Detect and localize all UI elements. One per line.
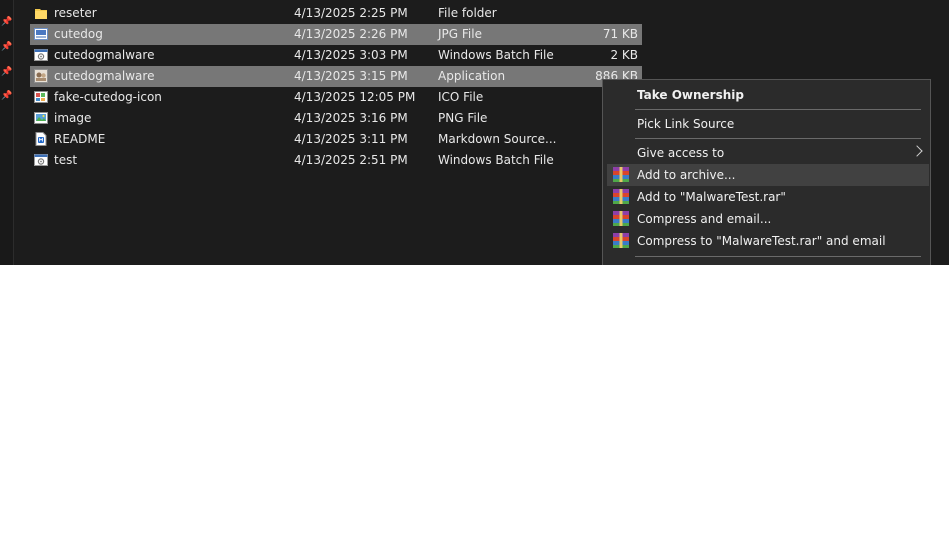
pin-icon[interactable]: 📌	[1, 17, 12, 28]
menu-item-label: Add to "MalwareTest.rar"	[637, 190, 786, 204]
png-file-icon	[34, 112, 48, 124]
menu-item-label: Compress to "MalwareTest.rar" and email	[637, 234, 886, 248]
file-type: JPG File	[438, 27, 482, 41]
chevron-right-icon	[911, 145, 923, 157]
menu-item-label: Give access to	[637, 146, 725, 160]
image-file-icon	[34, 28, 48, 40]
menu-item-label: Compress and email...	[637, 212, 772, 226]
file-type: Application	[438, 69, 506, 83]
menu-item-take-ownership[interactable]: Take Ownership	[607, 84, 929, 106]
file-name: cutedogmalware	[54, 48, 155, 62]
file-date: 4/13/2025 3:03 PM	[294, 48, 408, 62]
file-name: README	[54, 132, 106, 146]
file-date: 4/13/2025 12:05 PM	[294, 90, 416, 104]
file-type: ICO File	[438, 90, 484, 104]
menu-item-label: Take Ownership	[637, 88, 744, 102]
file-name: test	[54, 153, 78, 167]
menu-separator	[635, 109, 921, 110]
file-date: 4/13/2025 3:16 PM	[294, 111, 408, 125]
file-explorer-window: 📌 📌 📌 📌 reseter 4/13/2025 2:25 PM File f…	[0, 0, 949, 265]
navigation-pane: 📌 📌 📌 📌	[0, 0, 14, 265]
file-row[interactable]: reseter 4/13/2025 2:25 PM File folder	[30, 3, 642, 24]
file-date: 4/13/2025 2:25 PM	[294, 6, 408, 20]
folder-icon	[35, 9, 47, 19]
file-name: cutedog	[54, 27, 103, 41]
menu-item-add-to-archive[interactable]: Add to archive...	[607, 164, 929, 186]
menu-item-give-access-to[interactable]: Give access to	[607, 142, 929, 164]
file-row[interactable]: fake-cutedog-icon 4/13/2025 12:05 PM ICO…	[30, 87, 644, 108]
file-type: Markdown Source...	[438, 132, 557, 146]
file-row[interactable]: image 4/13/2025 3:16 PM PNG File 3	[30, 108, 644, 129]
pin-icon[interactable]: 📌	[1, 67, 12, 78]
file-name: fake-cutedog-icon	[54, 90, 162, 104]
file-date: 4/13/2025 3:15 PM	[294, 69, 408, 83]
menu-separator	[635, 256, 921, 257]
menu-separator	[635, 138, 921, 139]
file-name: reseter	[54, 6, 97, 20]
winrar-icon	[613, 233, 629, 248]
batch-file-icon	[34, 154, 48, 166]
context-menu: Take Ownership Pick Link Source Give acc…	[602, 79, 931, 265]
file-date: 4/13/2025 3:11 PM	[294, 132, 408, 146]
file-type: PNG File	[438, 111, 488, 125]
file-row[interactable]: cutedog 4/13/2025 2:26 PM JPG File 71 KB	[30, 24, 642, 45]
menu-item-label: Add to archive...	[637, 168, 736, 182]
file-size: 2 KB	[610, 48, 638, 62]
file-row[interactable]: test 4/13/2025 2:51 PM Windows Batch Fil…	[30, 150, 642, 171]
winrar-icon	[613, 167, 629, 182]
file-type: File folder	[438, 6, 497, 20]
file-date: 4/13/2025 2:51 PM	[294, 153, 408, 167]
winrar-icon	[613, 211, 629, 226]
file-row[interactable]: cutedogmalware 4/13/2025 3:03 PM Windows…	[30, 45, 642, 66]
markdown-file-icon	[35, 132, 47, 146]
file-date: 4/13/2025 2:26 PM	[294, 27, 408, 41]
file-row[interactable]: README 4/13/2025 3:11 PM Markdown Source…	[30, 129, 642, 150]
file-name: image	[54, 111, 92, 125]
menu-item-add-to-rar[interactable]: Add to "MalwareTest.rar"	[607, 186, 929, 208]
ico-file-icon	[34, 91, 48, 103]
file-type: Windows Batch File	[438, 153, 554, 167]
menu-item-compress-and-email[interactable]: Compress and email...	[607, 208, 929, 230]
file-type: Windows Batch File	[438, 48, 554, 62]
application-icon	[34, 69, 48, 83]
winrar-icon	[613, 189, 629, 204]
file-row[interactable]: cutedogmalware 4/13/2025 3:15 PM Applica…	[30, 66, 642, 87]
pin-icon[interactable]: 📌	[1, 42, 12, 53]
pin-icon[interactable]: 📌	[1, 91, 12, 102]
batch-file-icon	[34, 49, 48, 61]
menu-item-label: Pick Link Source	[637, 117, 735, 131]
menu-item-compress-to-rar-and-email[interactable]: Compress to "MalwareTest.rar" and email	[607, 230, 929, 252]
file-name: cutedogmalware	[54, 69, 155, 83]
menu-item-pick-link-source[interactable]: Pick Link Source	[607, 113, 929, 135]
file-size: 71 KB	[602, 27, 638, 41]
